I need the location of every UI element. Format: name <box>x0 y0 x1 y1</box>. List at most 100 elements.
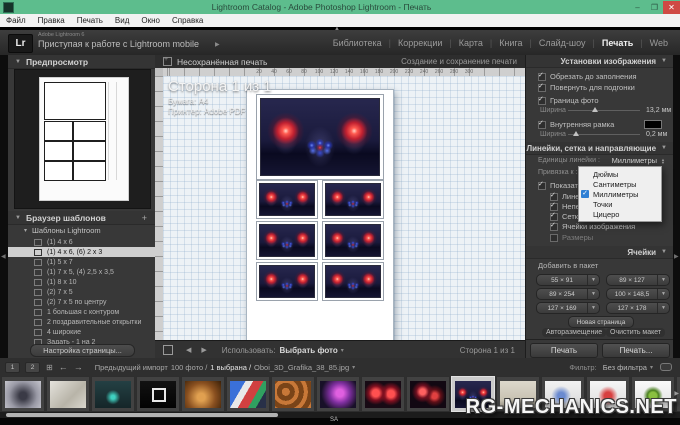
module-book[interactable]: Книга <box>483 38 523 48</box>
photo-border-checkbox[interactable]: Граница фото <box>538 96 599 105</box>
photo[interactable] <box>259 183 315 216</box>
photo-cell[interactable] <box>256 180 318 219</box>
checkbox-checked-icon[interactable] <box>550 193 558 201</box>
crop-to-fill-checkbox[interactable]: Обрезать до заполнения <box>538 72 637 81</box>
filmstrip-thumbnail[interactable] <box>136 376 180 412</box>
filmstrip-thumbnail[interactable] <box>271 376 315 412</box>
photo[interactable] <box>325 183 381 216</box>
right-panel-collapse-strip[interactable]: ▶ <box>672 55 680 358</box>
photo-cell[interactable] <box>256 262 318 301</box>
filmstrip-thumbnail[interactable] <box>91 376 135 412</box>
template-item[interactable]: (1) 8 x 10 <box>8 277 155 287</box>
rotate-to-fit-checkbox[interactable]: Повернуть для подгонки <box>538 83 635 92</box>
rulers-section-header[interactable]: Линейки, сетка и направляющие ▼ <box>526 142 673 155</box>
chevron-down-icon[interactable]: ▼ <box>587 275 599 285</box>
filmstrip-thumbnail[interactable] <box>406 376 450 412</box>
photo[interactable] <box>325 224 381 257</box>
add-template-button[interactable]: + <box>142 213 147 223</box>
maximize-button[interactable]: ❐ <box>646 1 663 14</box>
guides-toggle-icon[interactable] <box>163 345 173 355</box>
photo-large[interactable] <box>260 98 380 176</box>
module-web[interactable]: Web <box>633 38 668 48</box>
second-window-button[interactable]: 2 <box>25 362 40 373</box>
next-page-icon[interactable]: ▶ <box>201 346 206 354</box>
cell-size-button[interactable]: 89 × 254▼ <box>536 288 600 300</box>
photo-border-width-slider[interactable]: Ширина 13,2 мм <box>540 107 671 114</box>
chevron-down-icon[interactable]: ▼ <box>587 303 599 313</box>
module-library[interactable]: Библиотека <box>333 38 382 48</box>
scrollbar-thumb[interactable] <box>6 413 278 417</box>
photo[interactable] <box>259 224 315 257</box>
source-indicator[interactable]: Предыдущий импорт <box>95 363 168 372</box>
identity-plate-text[interactable]: Приступая к работе с Lightroom mobile <box>38 39 199 49</box>
template-item[interactable]: (1) 4 x 6 <box>8 237 155 247</box>
chevron-down-icon[interactable]: ▼ <box>657 289 669 299</box>
menu-file[interactable]: Файл <box>0 16 32 25</box>
create-saved-print-button[interactable]: Создание и сохранение печати <box>401 57 517 66</box>
checkbox-checked-icon[interactable] <box>538 97 546 105</box>
checkbox-checked-icon[interactable] <box>538 182 546 190</box>
slider-track[interactable] <box>568 134 640 135</box>
template-item[interactable]: (2) 7 x 5 <box>8 287 155 297</box>
cell-size-button[interactable]: 55 × 91▼ <box>536 274 600 286</box>
photo-cell[interactable] <box>322 180 384 219</box>
chevron-down-icon[interactable]: ▼ <box>657 275 669 285</box>
stroke-color-swatch[interactable] <box>644 120 662 129</box>
photo-cell[interactable] <box>322 221 384 260</box>
module-map[interactable]: Карта <box>442 38 482 48</box>
template-item[interactable]: 4 широкие <box>8 327 155 337</box>
filter-dropdown[interactable]: Без фильтра ▾ <box>603 363 653 372</box>
use-selector[interactable]: Выбрать фото <box>280 346 338 355</box>
menu-window[interactable]: Окно <box>135 16 166 25</box>
previous-page-icon[interactable]: ◀ <box>186 346 191 354</box>
chevron-down-icon[interactable]: ▼ <box>657 303 669 313</box>
checkbox-checked-icon[interactable] <box>550 213 558 221</box>
filmstrip-thumbnail[interactable] <box>1 376 45 412</box>
preview-section-header[interactable]: ▼ Предпросмотр <box>8 55 155 69</box>
template-browser-header[interactable]: ▼ Браузер шаблонов + <box>8 211 155 225</box>
template-folder[interactable]: ▾ Шаблоны Lightroom <box>8 226 101 235</box>
guides-cells-checkbox[interactable]: Ячейки изображения <box>550 222 635 231</box>
cell-size-button[interactable]: 127 × 178▼ <box>606 302 670 314</box>
checkbox-checked-icon[interactable] <box>538 73 546 81</box>
cells-section-header[interactable]: Ячейки ▼ <box>526 246 673 259</box>
menu-item-points[interactable]: Точки <box>579 199 661 209</box>
page-setup-button[interactable]: Настройка страницы... <box>30 344 135 357</box>
image-settings-header[interactable]: Установки изображения ▼ <box>526 55 673 68</box>
menu-help[interactable]: Справка <box>166 16 209 25</box>
cell-size-button[interactable]: 100 × 148,5▼ <box>606 288 670 300</box>
auto-layout-button[interactable]: Авторазмещение <box>542 328 606 337</box>
menu-item-centimeters[interactable]: Сантиметры <box>579 179 661 189</box>
photo[interactable] <box>259 265 315 298</box>
print-dialog-button[interactable]: Печать... <box>602 343 670 358</box>
print-button[interactable]: Печать <box>530 343 598 358</box>
checkbox-checked-icon[interactable] <box>538 84 546 92</box>
template-item[interactable]: (1) 5 x 7 <box>8 257 155 267</box>
menu-item-millimeters[interactable]: ✓ Миллиметры <box>579 189 661 199</box>
template-item[interactable]: 2 поздравительные открытки <box>8 317 155 327</box>
filmstrip-thumbnail[interactable] <box>46 376 90 412</box>
grid-view-icon[interactable]: ⊞ <box>46 363 53 372</box>
menu-item-picas[interactable]: Цицеро <box>579 209 661 219</box>
chevron-down-icon[interactable]: ▾ <box>352 364 355 371</box>
menu-edit[interactable]: Правка <box>32 16 71 25</box>
filter-switch-icon[interactable] <box>660 363 672 371</box>
left-panel-collapse-strip[interactable]: ◀ <box>0 55 8 358</box>
cell-size-button[interactable]: 89 × 127▼ <box>606 274 670 286</box>
photo-cell[interactable] <box>256 221 318 260</box>
new-page-button[interactable]: Новая страница <box>568 316 634 328</box>
checkbox-checked-icon[interactable] <box>538 121 546 129</box>
print-page[interactable] <box>246 89 394 340</box>
checkbox-checked-icon[interactable] <box>550 223 558 231</box>
filmstrip-thumbnail[interactable] <box>316 376 360 412</box>
main-window-button[interactable]: 1 <box>5 362 20 373</box>
template-item[interactable]: 1 большая с контуром <box>8 307 155 317</box>
menu-print[interactable]: Печать <box>71 16 109 25</box>
collapse-top-panel-icon[interactable]: ▲ <box>334 26 340 32</box>
units-dropdown[interactable]: Миллиметры ▲▼ <box>612 156 665 165</box>
collapse-right-icon[interactable]: ▶ <box>674 253 679 260</box>
filmstrip-thumbnail[interactable] <box>226 376 270 412</box>
back-arrow-icon[interactable]: ← <box>59 362 68 372</box>
filmstrip-thumbnail[interactable] <box>181 376 225 412</box>
cell-size-button[interactable]: 127 × 169▼ <box>536 302 600 314</box>
